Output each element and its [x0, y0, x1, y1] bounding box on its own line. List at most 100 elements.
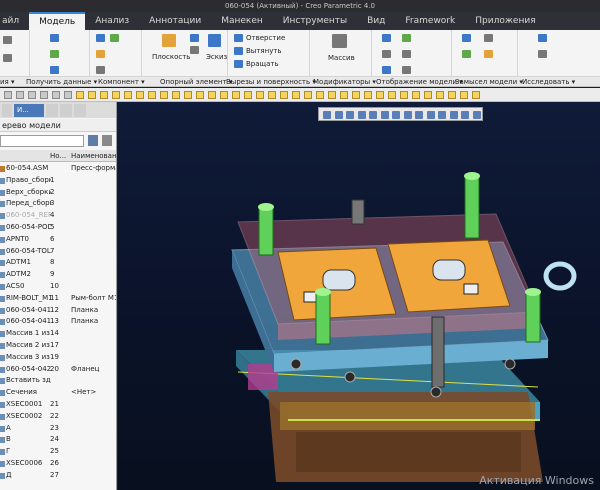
tab-view[interactable]: Вид: [357, 12, 395, 30]
tab-applications[interactable]: Приложения: [465, 12, 545, 30]
tree-filter-icon[interactable]: [88, 135, 98, 146]
assemble-icon[interactable]: [96, 34, 105, 42]
tree-root[interactable]: 60-054.ASM Пресс-форма: [0, 163, 116, 175]
tab-model[interactable]: Модель: [29, 12, 86, 30]
tree-settings-icon[interactable]: [102, 135, 112, 146]
tree-row[interactable]: APNT0 6: [0, 234, 116, 246]
tree-row[interactable]: 060-054_REFC4: [0, 210, 116, 222]
graphics-tool-icon[interactable]: [412, 91, 420, 99]
model-tree-tab[interactable]: И...: [14, 104, 44, 117]
plane-icon[interactable]: [162, 34, 176, 47]
folder-tab-icon[interactable]: [46, 104, 58, 117]
tree-row[interactable]: Сечения <Нет>: [0, 387, 116, 399]
tab-manikin[interactable]: Манекен: [211, 12, 273, 30]
perspective-icon[interactable]: [382, 66, 391, 74]
section-icon[interactable]: [402, 34, 411, 42]
graphics-tool-icon[interactable]: [304, 91, 312, 99]
favorites-tab-icon[interactable]: [60, 104, 72, 117]
find-icon[interactable]: [538, 50, 547, 58]
tree-row[interactable]: RIM-BOLT_M1 11 Рым-болт M1: [0, 293, 116, 305]
group-label-get-data[interactable]: Получить данные ▾: [26, 77, 97, 87]
reference-viewer-icon[interactable]: [538, 34, 547, 42]
graphics-tool-icon[interactable]: [172, 91, 180, 99]
graphics-tool-icon[interactable]: [400, 91, 408, 99]
tree-row[interactable]: Право_сборки1: [0, 175, 116, 187]
family-table-icon[interactable]: [484, 50, 493, 58]
graphics-tool-icon[interactable]: [28, 91, 36, 99]
graphics-tool-icon[interactable]: [4, 91, 12, 99]
tab-annotations[interactable]: Аннотации: [139, 12, 211, 30]
create-component-icon[interactable]: [110, 34, 119, 42]
tab-file[interactable]: айл: [0, 12, 29, 30]
tree-row[interactable]: Перед_сборки3: [0, 198, 116, 210]
extrude-label[interactable]: Вытянуть: [246, 47, 282, 55]
graphics-tool-icon[interactable]: [256, 91, 264, 99]
graphics-tool-icon[interactable]: [268, 91, 276, 99]
group-label-model-display[interactable]: Отображение модели ▾: [376, 77, 463, 87]
tree-row[interactable]: XSEC0006 26: [0, 458, 116, 470]
mold-model[interactable]: [118, 102, 600, 490]
tree-row[interactable]: Массив 2 из 517: [0, 340, 116, 352]
tree-row[interactable]: Массив 1 из 514: [0, 328, 116, 340]
revolve-icon[interactable]: [234, 60, 243, 68]
tree-row[interactable]: ADTM1 8: [0, 257, 116, 269]
graphics-tool-icon[interactable]: [244, 91, 252, 99]
plane-label[interactable]: Плоскость: [152, 53, 190, 61]
graphics-tool-icon[interactable]: [112, 91, 120, 99]
tree-row[interactable]: 060-054-041-F12 Планка: [0, 305, 116, 317]
graphics-tool-icon[interactable]: [316, 91, 324, 99]
user-feature-icon[interactable]: [50, 50, 59, 58]
sketch-icon[interactable]: [208, 34, 221, 47]
pattern-label[interactable]: Массив: [328, 54, 355, 62]
revolve-label[interactable]: Вращать: [246, 60, 279, 68]
display-settings-icon[interactable]: [402, 66, 411, 74]
graphics-tool-icon[interactable]: [64, 91, 72, 99]
drag-components-icon[interactable]: [96, 50, 105, 58]
hole-label[interactable]: Отверстие: [246, 34, 285, 42]
tree-row[interactable]: В 24: [0, 434, 116, 446]
point-icon[interactable]: [190, 46, 199, 54]
operations-icon[interactable]: [3, 54, 12, 62]
manage-views-icon[interactable]: [402, 50, 411, 58]
graphics-tool-icon[interactable]: [136, 91, 144, 99]
column-header-description[interactable]: Наименован: [71, 150, 116, 162]
graphics-tool-icon[interactable]: [436, 91, 444, 99]
tree-row[interactable]: ACS0 10: [0, 281, 116, 293]
graphics-tool-icon[interactable]: [124, 91, 132, 99]
tree-row[interactable]: XSEC0002 22: [0, 411, 116, 423]
graphics-tool-icon[interactable]: [460, 91, 468, 99]
graphics-tool-icon[interactable]: [280, 91, 288, 99]
graphics-tool-icon[interactable]: [40, 91, 48, 99]
graphics-tool-icon[interactable]: [448, 91, 456, 99]
graphics-tool-icon[interactable]: [364, 91, 372, 99]
display-style-icon[interactable]: [382, 50, 391, 58]
graphics-tool-icon[interactable]: [328, 91, 336, 99]
group-label-model-intent[interactable]: Замысел модели ▾: [455, 77, 523, 87]
tree-row[interactable]: Д 27: [0, 470, 116, 482]
switch-dimensions-icon[interactable]: [462, 50, 471, 58]
appearance-icon[interactable]: [382, 34, 391, 42]
parameters-icon[interactable]: [484, 34, 493, 42]
graphics-area[interactable]: Активация Windows: [118, 102, 600, 490]
graphics-tool-icon[interactable]: [424, 91, 432, 99]
tab-analysis[interactable]: Анализ: [85, 12, 139, 30]
graphics-tool-icon[interactable]: [292, 91, 300, 99]
browser-tab-icon[interactable]: [74, 104, 86, 117]
graphics-tool-icon[interactable]: [388, 91, 396, 99]
tree-row[interactable]: Г 25: [0, 446, 116, 458]
graphics-tool-icon[interactable]: [232, 91, 240, 99]
shrinkwrap-icon[interactable]: [50, 66, 59, 74]
regenerate-icon[interactable]: [3, 36, 12, 44]
graphics-tool-icon[interactable]: [76, 91, 84, 99]
tab-tools[interactable]: Инструменты: [273, 12, 357, 30]
tree-search-input[interactable]: [0, 135, 84, 147]
graphics-tool-icon[interactable]: [148, 91, 156, 99]
relations-icon[interactable]: [462, 34, 471, 42]
tree-row[interactable]: 060-054-TOLK 7: [0, 246, 116, 258]
graphics-tool-icon[interactable]: [352, 91, 360, 99]
group-label-cut-surface[interactable]: Вырезы и поверхность ▾: [226, 77, 316, 87]
graphics-tool-icon[interactable]: [376, 91, 384, 99]
tree-row[interactable]: А 23: [0, 423, 116, 435]
tree-row[interactable]: Вставить здесь: [0, 375, 116, 387]
tree-row[interactable]: XSEC0001 21: [0, 399, 116, 411]
